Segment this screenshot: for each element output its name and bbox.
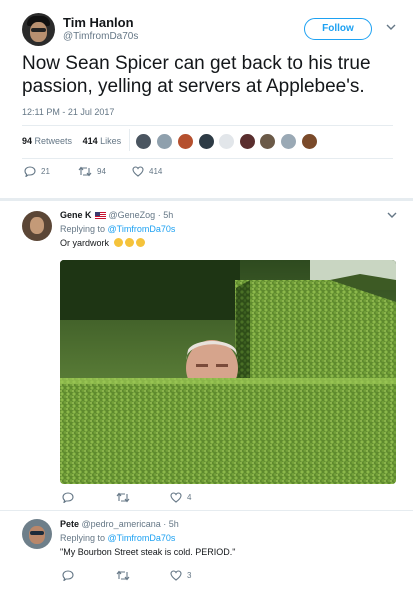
liker-avatar[interactable] [281,134,296,149]
tweet-actions: 21 94 414 [24,166,324,180]
liker-avatar[interactable] [136,134,151,149]
reply-count: 21 [41,167,50,176]
main-tweet: Tim Hanlon @TimfromDa70s Follow Now Sean… [0,0,413,196]
reply-photo[interactable] [60,260,396,484]
reply-author-name[interactable]: Gene K [60,210,92,220]
chevron-down-icon[interactable] [387,212,397,222]
replying-label: Replying to [60,533,106,543]
reply-time[interactable]: · 5h [163,519,179,529]
divider [22,125,393,126]
likes-count: 414 [82,136,98,146]
smiling-face-icon [124,238,134,247]
replying-label: Replying to [60,224,106,234]
replying-to-line: Replying to @TimfromDa70s [60,533,175,543]
reply-author-name[interactable]: Pete [60,519,79,529]
avatar-face [29,526,45,544]
follow-button[interactable]: Follow [304,18,372,40]
tweet-timestamp[interactable]: 12:11 PM - 21 Jul 2017 [22,107,114,117]
retweet-button[interactable]: 94 [78,166,106,177]
reply-button[interactable] [62,570,79,581]
tweet-text: Now Sean Spicer can get back to his true… [22,53,371,97]
author-handle[interactable]: @TimfromDa70s [63,31,138,42]
liker-avatar[interactable] [302,134,317,149]
retweet-icon [78,166,92,177]
reply-author-handle[interactable]: @pedro_americana [82,519,161,529]
like-count: 3 [187,571,192,580]
reply-author-handle[interactable]: @GeneZog [109,210,156,220]
likes-stat[interactable]: 414 Likes [83,136,122,146]
stat-separator [129,129,130,151]
reply-actions: 4 [62,492,362,506]
heart-icon [170,570,182,581]
like-count: 4 [187,493,192,502]
retweets-label: Retweets [34,136,73,146]
reply-icon [24,166,36,177]
retweet-icon [116,570,130,581]
grinning-face-icon [113,238,123,247]
liker-avatar[interactable] [199,134,214,149]
reply-icon [62,570,74,581]
avatar[interactable] [22,13,55,46]
like-button[interactable]: 4 [170,492,191,503]
avatar-face [30,22,47,42]
replying-to-link[interactable]: @TimfromDa70s [108,533,176,543]
like-button[interactable]: 414 [132,166,162,177]
avatar-sunglasses [30,531,44,535]
liker-avatar[interactable] [157,134,172,149]
reply-time[interactable]: · 5h [158,210,174,220]
tweet-stats: 94 Retweets 414 Likes [22,136,121,146]
liker-avatar[interactable] [178,134,193,149]
avatar-glasses [31,28,46,32]
reply-button[interactable] [62,492,79,503]
reply-actions: 3 [62,570,362,584]
replying-to-line: Replying to @TimfromDa70s [60,224,175,234]
likes-label: Likes [100,136,122,146]
retweet-icon [116,492,130,503]
retweets-count: 94 [22,136,33,146]
liker-avatar[interactable] [260,134,275,149]
replying-to-link[interactable]: @TimfromDa70s [108,224,176,234]
chevron-down-icon[interactable] [386,24,396,34]
reply-text: Or yardwork [60,238,145,248]
hedge-photo [60,260,396,484]
reply-header: Pete @pedro_americana · 5h [60,519,179,529]
reply-header: Gene K @GeneZog · 5h [60,210,173,220]
retweet-button[interactable] [116,492,135,503]
avatar[interactable] [22,519,52,549]
retweets-stat[interactable]: 94 Retweets [22,136,72,146]
reply-icon [62,492,74,503]
like-button[interactable]: 3 [170,570,191,581]
retweet-count: 94 [97,167,106,176]
reply-text-content: Or yardwork [60,238,110,248]
author-name[interactable]: Tim Hanlon [63,15,134,30]
retweet-button[interactable] [116,570,135,581]
reply-tweet[interactable]: Pete @pedro_americana · 5h Replying to @… [0,511,413,589]
heart-icon [132,166,144,177]
divider [22,158,393,159]
avatar-face [30,217,44,234]
us-flag-icon [94,212,106,219]
avatar[interactable] [22,211,52,241]
liker-avatar[interactable] [240,134,255,149]
heart-icon [170,492,182,503]
like-count: 414 [149,167,163,176]
reply-tweet[interactable]: Gene K @GeneZog · 5h Replying to @Timfrom… [0,201,413,510]
sweat-smile-face-icon [135,238,145,247]
reply-button[interactable]: 21 [24,166,50,177]
reply-text: "My Bourbon Street steak is cold. PERIOD… [60,547,236,557]
liker-avatar[interactable] [219,134,234,149]
